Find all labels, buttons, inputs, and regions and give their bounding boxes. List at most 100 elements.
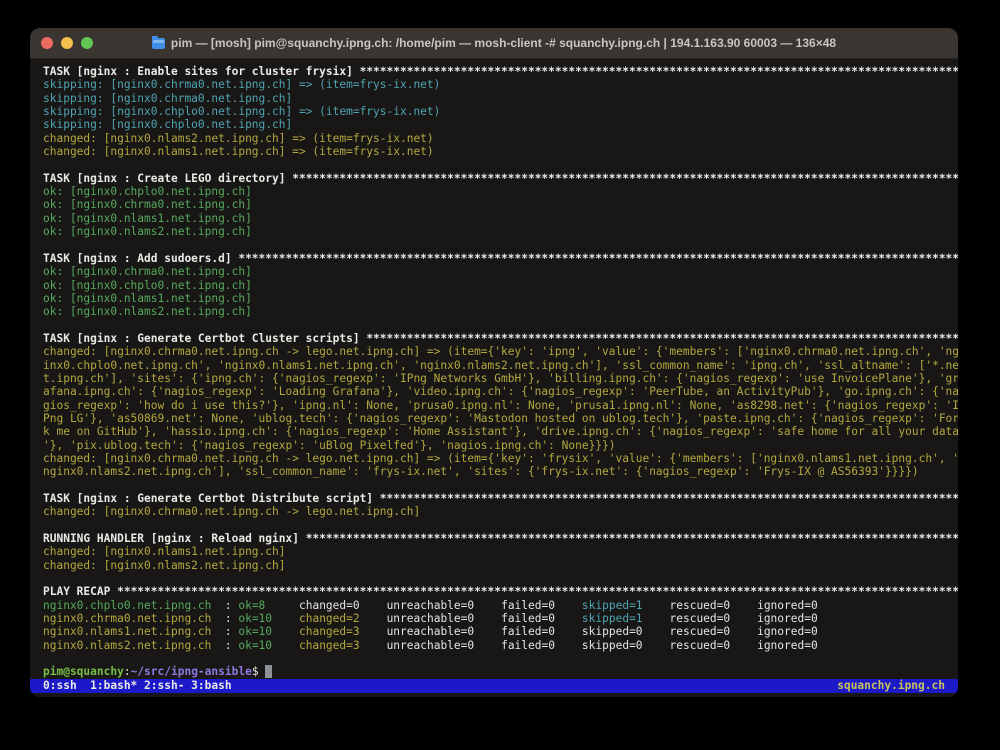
terminal-text-segment: failed=0 <box>501 612 555 625</box>
terminal-text-segment: ignored=0 <box>757 612 818 625</box>
terminal-text-segment <box>265 599 299 612</box>
terminal-line: changed: [nginx0.nlams2.net.ipng.ch] => … <box>43 132 958 145</box>
terminal-text-segment: skipped=0 <box>582 625 643 638</box>
terminal-text-segment: nginx0.chplo0.net.ipng.ch <box>43 599 211 612</box>
terminal-text-segment <box>730 625 757 638</box>
terminal-line: skipping: [nginx0.chrma0.net.ipng.ch] <box>43 92 958 105</box>
terminal-text-segment <box>643 599 670 612</box>
terminal-line: changed: [nginx0.chrma0.net.ipng.ch -> l… <box>43 452 958 465</box>
terminal-text-segment: : <box>211 599 238 612</box>
terminal-text-segment: afana.ipng.ch': {'nagios_regexp': 'Loadi… <box>43 385 958 398</box>
terminal-line <box>43 238 958 251</box>
terminal-line: '}, 'pix.ublog.tech': {'nagios_regexp': … <box>43 439 958 452</box>
terminal-window: pim — [mosh] pim@squanchy.ipng.ch: /home… <box>30 28 958 697</box>
terminal-text-segment: unreachable=0 <box>387 639 475 652</box>
terminal-text-segment: : <box>211 612 238 625</box>
terminal-line <box>43 519 958 532</box>
terminal-text-segment: changed: [nginx0.chrma0.net.ipng.ch -> l… <box>43 505 420 518</box>
terminal-cursor <box>265 665 272 678</box>
terminal-text-segment: t.ipng.ch'], 'sites': {'ipng.ch': {'nagi… <box>43 372 958 385</box>
terminal-text-segment <box>474 639 501 652</box>
terminal-text-segment: k me on GitHub'}, 'hassio.ipng.ch': {'na… <box>43 425 958 438</box>
terminal-line: skipping: [nginx0.chrma0.net.ipng.ch] =>… <box>43 78 958 91</box>
terminal-line: ok: [nginx0.nlams1.net.ipng.ch] <box>43 212 958 225</box>
terminal-text-segment: ****************************************… <box>380 492 958 505</box>
terminal-line <box>43 158 958 171</box>
terminal-text-segment <box>730 599 757 612</box>
terminal-text-segment: ok: [nginx0.nlams1.net.ipng.ch] <box>43 292 252 305</box>
terminal-text-segment <box>272 612 299 625</box>
terminal-text-segment: unreachable=0 <box>387 599 475 612</box>
minimize-button[interactable] <box>61 37 73 49</box>
terminal-line: PLAY RECAP *****************************… <box>43 585 958 598</box>
terminal-text-segment <box>360 599 387 612</box>
terminal-text-segment: Png LG'}, 'as50869.net': None, 'ublog.te… <box>43 412 958 425</box>
terminal-line: ok: [nginx0.chplo0.net.ipng.ch] <box>43 279 958 292</box>
terminal-line: nginx0.chrma0.net.ipng.ch : ok=10 change… <box>43 612 958 625</box>
terminal-text-segment: ok: [nginx0.chrma0.net.ipng.ch] <box>43 265 252 278</box>
terminal-line: Png LG'}, 'as50869.net': None, 'ublog.te… <box>43 412 958 425</box>
terminal-text-segment: changed: [nginx0.chrma0.net.ipng.ch -> l… <box>43 345 958 358</box>
terminal-text-segment: changed: [nginx0.nlams1.net.ipng.ch] => … <box>43 145 434 158</box>
terminal-text-segment <box>474 599 501 612</box>
terminal-text-segment: rescued=0 <box>670 599 731 612</box>
terminal-text-segment <box>730 612 757 625</box>
terminal-text-segment <box>555 612 582 625</box>
terminal-text-segment <box>360 639 387 652</box>
terminal-line <box>43 652 958 665</box>
terminal-line: skipping: [nginx0.chplo0.net.ipng.ch] <box>43 118 958 131</box>
terminal-text-segment: ****************************************… <box>238 252 958 265</box>
terminal-text-segment: PLAY RECAP <box>43 585 117 598</box>
tmux-status-bar: 0:ssh 1:bash* 2:ssh- 3:bash squanchy.ipn… <box>30 679 958 693</box>
terminal-line: ok: [nginx0.chrma0.net.ipng.ch] <box>43 198 958 211</box>
terminal-line: TASK [nginx : Add sudoers.d] ***********… <box>43 252 958 265</box>
terminal-text-segment: skipping: [nginx0.chplo0.net.ipng.ch] <box>43 118 292 131</box>
terminal-text-segment: unreachable=0 <box>387 612 475 625</box>
terminal-line: changed: [nginx0.nlams1.net.ipng.ch] => … <box>43 145 958 158</box>
close-button[interactable] <box>41 37 53 49</box>
terminal-text-segment <box>643 625 670 638</box>
terminal-text-segment: nginx0.nlams1.net.ipng.ch <box>43 625 211 638</box>
terminal-line <box>43 319 958 332</box>
terminal-text-segment <box>272 625 299 638</box>
terminal-text-segment: skipped=0 <box>582 639 643 652</box>
terminal-text-segment: : <box>211 639 238 652</box>
terminal-text-segment: changed: [nginx0.nlams2.net.ipng.ch] <box>43 559 285 572</box>
terminal-text-segment: changed=2 <box>299 612 360 625</box>
terminal-text-segment: skipping: [nginx0.chrma0.net.ipng.ch] <box>43 92 292 105</box>
terminal-line <box>43 572 958 585</box>
terminal-text-segment: RUNNING HANDLER [nginx : Reload nginx] <box>43 532 306 545</box>
tmux-hostname: squanchy.ipng.ch <box>837 679 945 693</box>
terminal-text-segment <box>555 625 582 638</box>
terminal-output[interactable]: TASK [nginx : Enable sites for cluster f… <box>30 59 958 679</box>
traffic-lights <box>41 37 93 49</box>
terminal-text-segment: changed: [nginx0.nlams1.net.ipng.ch] <box>43 545 285 558</box>
terminal-text-segment <box>555 599 582 612</box>
window-titlebar[interactable]: pim — [mosh] pim@squanchy.ipng.ch: /home… <box>30 28 958 59</box>
terminal-text-segment: failed=0 <box>501 639 555 652</box>
terminal-line: TASK [nginx : Enable sites for cluster f… <box>43 65 958 78</box>
terminal-line: skipping: [nginx0.chplo0.net.ipng.ch] =>… <box>43 105 958 118</box>
terminal-text-segment: nginx0.nlams2.net.ipng.ch'], 'ssl_common… <box>43 465 919 478</box>
terminal-line: pim@squanchy:~/src/ipng-ansible$ <box>43 665 958 678</box>
terminal-text-segment <box>272 639 299 652</box>
terminal-line: gios_regexp': 'how do i use this?'}, 'ip… <box>43 399 958 412</box>
terminal-line: ok: [nginx0.nlams1.net.ipng.ch] <box>43 292 958 305</box>
terminal-text-segment: pim@squanchy <box>43 665 124 678</box>
terminal-text-segment: failed=0 <box>501 625 555 638</box>
terminal-text-segment: ~/src/ipng-ansible <box>131 665 252 678</box>
zoom-button[interactable] <box>81 37 93 49</box>
terminal-text-segment: ignored=0 <box>757 639 818 652</box>
terminal-line: changed: [nginx0.nlams2.net.ipng.ch] <box>43 559 958 572</box>
terminal-text-segment: rescued=0 <box>670 612 731 625</box>
terminal-line <box>43 479 958 492</box>
terminal-text-segment: ok: [nginx0.chrma0.net.ipng.ch] <box>43 198 252 211</box>
terminal-text-segment: TASK [nginx : Generate Certbot Distribut… <box>43 492 380 505</box>
terminal-line: nginx0.chplo0.net.ipng.ch : ok=8 changed… <box>43 599 958 612</box>
terminal-line: nginx0.nlams2.net.ipng.ch : ok=10 change… <box>43 639 958 652</box>
tmux-window-list[interactable]: 0:ssh 1:bash* 2:ssh- 3:bash <box>43 679 232 693</box>
terminal-text-segment: ok=8 <box>238 599 265 612</box>
terminal-text-segment: TASK [nginx : Generate Certbot Cluster s… <box>43 332 366 345</box>
folder-icon <box>152 38 165 49</box>
terminal-text-segment: rescued=0 <box>670 639 731 652</box>
